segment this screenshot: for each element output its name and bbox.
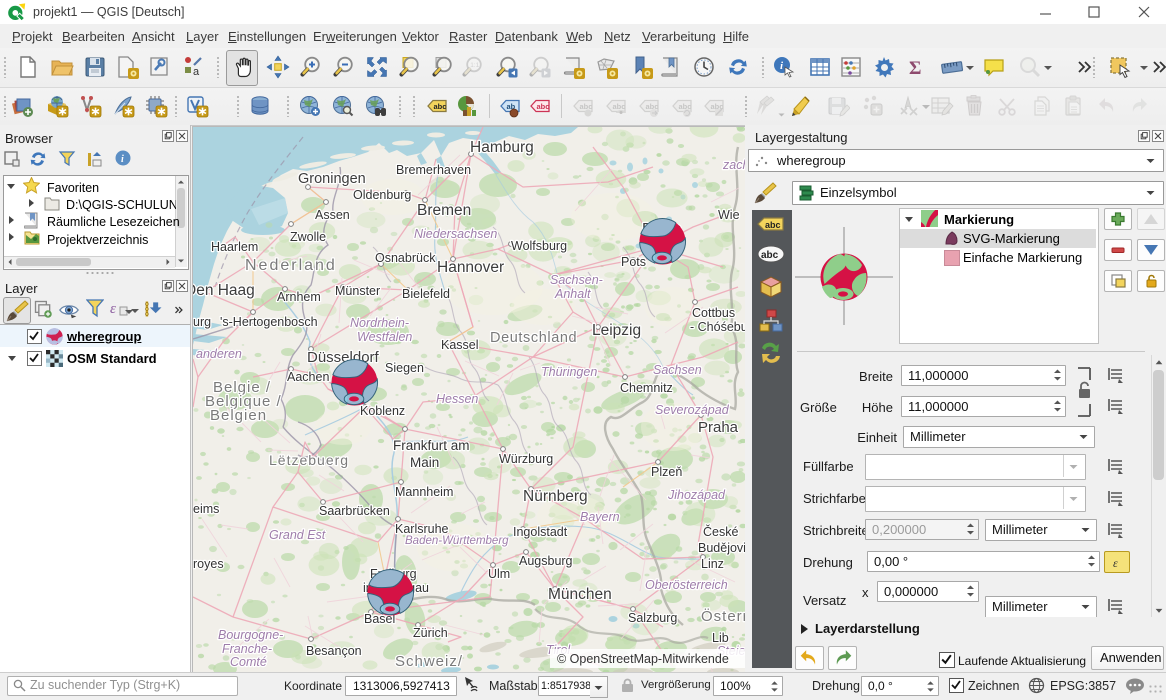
svg-text:Plzeň: Plzeň	[651, 465, 682, 479]
svg-text:anderen: anderen	[196, 347, 242, 361]
svg-text:Karlsruhe: Karlsruhe	[395, 522, 449, 536]
svg-text:abc: abc	[580, 102, 593, 111]
svg-text:Bremerhaven: Bremerhaven	[396, 163, 471, 177]
svg-text:Koblenz: Koblenz	[360, 404, 405, 418]
svg-text:'s-Hertogenbosch: 's-Hertogenbosch	[220, 315, 318, 329]
svg-text:Bourgogne-: Bourgogne-	[218, 628, 283, 642]
svg-text:Baden-Württemberg: Baden-Württemberg	[405, 535, 509, 547]
svg-text:Salzburg: Salzburg	[628, 611, 677, 625]
svg-text:Bayern: Bayern	[580, 510, 620, 524]
svg-text:Münster: Münster	[335, 284, 380, 298]
svg-text:abc: abc	[613, 102, 626, 111]
svg-text:Leipzig: Leipzig	[592, 322, 641, 339]
svg-text:München: München	[548, 586, 612, 603]
svg-text:Mannheim: Mannheim	[395, 485, 453, 499]
svg-text:Cottbus: Cottbus	[692, 306, 735, 320]
svg-text:Belgien: Belgien	[210, 407, 267, 424]
svg-text:abc: abc	[765, 220, 781, 230]
svg-text:zach: zach	[722, 158, 745, 172]
svg-text:Groningen: Groningen	[298, 171, 366, 187]
svg-text:Chemnitz: Chemnitz	[620, 381, 673, 395]
svg-text:Nordrhein-: Nordrhein-	[350, 316, 409, 330]
svg-text:Besançon: Besançon	[306, 644, 362, 658]
svg-text:i: i	[121, 154, 124, 165]
svg-text:Lëtzebuerg: Lëtzebuerg	[269, 452, 349, 468]
svg-text:Aachen: Aachen	[287, 370, 329, 384]
svg-text:a: a	[193, 66, 200, 78]
svg-text:Ingolstadt: Ingolstadt	[513, 525, 568, 539]
svg-text:Jihozápad: Jihozápad	[667, 488, 726, 502]
svg-text:Siegen: Siegen	[385, 361, 424, 375]
svg-text:Deutschland: Deutschland	[490, 330, 577, 346]
svg-text:Kassel: Kassel	[441, 338, 479, 352]
svg-text:Oberösterreich: Oberösterreich	[645, 578, 728, 592]
svg-text:Ulm: Ulm	[488, 567, 510, 581]
svg-text:Linz: Linz	[701, 557, 724, 571]
svg-text:abc: abc	[434, 102, 447, 111]
svg-text:Augsburg: Augsburg	[519, 554, 573, 568]
svg-text:Bremen: Bremen	[417, 202, 471, 219]
svg-text:urg: urg	[193, 315, 211, 329]
svg-text:Assen: Assen	[315, 208, 350, 222]
svg-text:Nederland: Nederland	[245, 257, 337, 274]
svg-text:abc: abc	[537, 102, 550, 111]
svg-text:Wolfsburg: Wolfsburg	[511, 239, 567, 253]
svg-text:Arnhem: Arnhem	[277, 290, 321, 304]
svg-text:Hessen: Hessen	[436, 392, 478, 406]
svg-text:Praha: Praha	[698, 419, 739, 436]
svg-text:royes: royes	[193, 557, 224, 571]
svg-text:Comté: Comté	[230, 655, 267, 669]
svg-text:Lib: Lib	[712, 631, 729, 645]
svg-text:ε: ε	[110, 301, 116, 317]
svg-text:Thüringen: Thüringen	[541, 365, 597, 379]
svg-text:České: České	[703, 524, 738, 539]
svg-text:ε: ε	[1113, 556, 1118, 570]
svg-text:Zürich: Zürich	[413, 626, 448, 640]
svg-text:1:1: 1:1	[470, 62, 479, 69]
svg-text:Σ: Σ	[909, 58, 921, 79]
svg-text:Schweiz/: Schweiz/	[395, 653, 463, 670]
svg-text:eims: eims	[193, 502, 219, 516]
svg-text:Hamburg: Hamburg	[470, 139, 534, 156]
svg-text:Osnabrück: Osnabrück	[375, 251, 436, 265]
svg-text:Hannover: Hannover	[437, 259, 504, 276]
svg-text:Nürnberg: Nürnberg	[523, 488, 588, 505]
svg-text:Saarbrücken: Saarbrücken	[319, 504, 390, 518]
svg-text:Würzburg: Würzburg	[499, 452, 553, 466]
svg-text:Budějovice: Budějovice	[698, 541, 745, 555]
svg-text:Frankfurt am: Frankfurt am	[393, 438, 470, 453]
svg-text:Niedersachsen: Niedersachsen	[414, 227, 497, 241]
svg-text:Severozápad: Severozápad	[655, 403, 730, 417]
svg-text:Den Haag: Den Haag	[193, 282, 255, 299]
svg-text:Westfalen: Westfalen	[357, 330, 412, 344]
svg-text:abc: abc	[761, 250, 779, 261]
svg-text:Grand Est: Grand Est	[269, 528, 326, 542]
svg-text:Haarlem: Haarlem	[211, 240, 258, 254]
svg-text:- Chóśebuz: - Chóśebuz	[690, 320, 745, 334]
svg-text:Franche-: Franche-	[222, 642, 272, 656]
svg-text:Pots: Pots	[621, 255, 646, 269]
svg-text:Zwolle: Zwolle	[290, 230, 326, 244]
svg-text:Bielefeld: Bielefeld	[402, 287, 450, 301]
svg-text:Wie: Wie	[718, 208, 740, 222]
svg-text:Oldenburg: Oldenburg	[353, 188, 411, 202]
svg-text:© OpenStreetMap-Mitwirkende: © OpenStreetMap-Mitwirkende	[557, 652, 729, 666]
svg-text:Österr: Österr	[701, 607, 745, 625]
svg-text:Main: Main	[410, 455, 439, 470]
svg-text:Sachsen: Sachsen	[653, 363, 702, 377]
svg-text:Anhalt: Anhalt	[554, 287, 591, 301]
svg-text:Sachsen-: Sachsen-	[550, 273, 603, 287]
